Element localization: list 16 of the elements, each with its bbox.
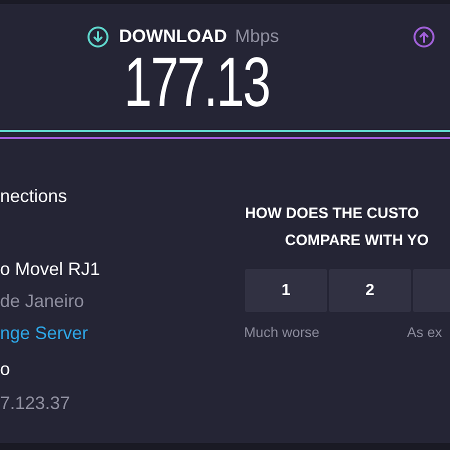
scale-label: Much worse — [244, 323, 320, 342]
unit-label: Mbps — [234, 25, 279, 48]
survey-question: COMPARE WITH YO — [285, 231, 429, 251]
info-name: o — [0, 358, 10, 381]
change-server-link[interactable]: nge Server — [0, 320, 88, 347]
upload-icon — [413, 26, 435, 48]
rating-button[interactable]: 2 — [329, 269, 411, 312]
info-detail: de Janeiro — [0, 290, 84, 313]
rating-button[interactable]: 1 — [245, 269, 327, 312]
download-icon — [87, 26, 109, 48]
scale-label: As ex — [407, 323, 442, 342]
info-name: o Movel RJ1 — [0, 258, 100, 281]
info-detail: 7.123.37 — [0, 392, 70, 415]
survey-question: HOW DOES THE CUSTO — [245, 204, 419, 224]
download-label: DOWNLOAD — [119, 25, 227, 48]
section-heading: nections — [0, 185, 68, 208]
